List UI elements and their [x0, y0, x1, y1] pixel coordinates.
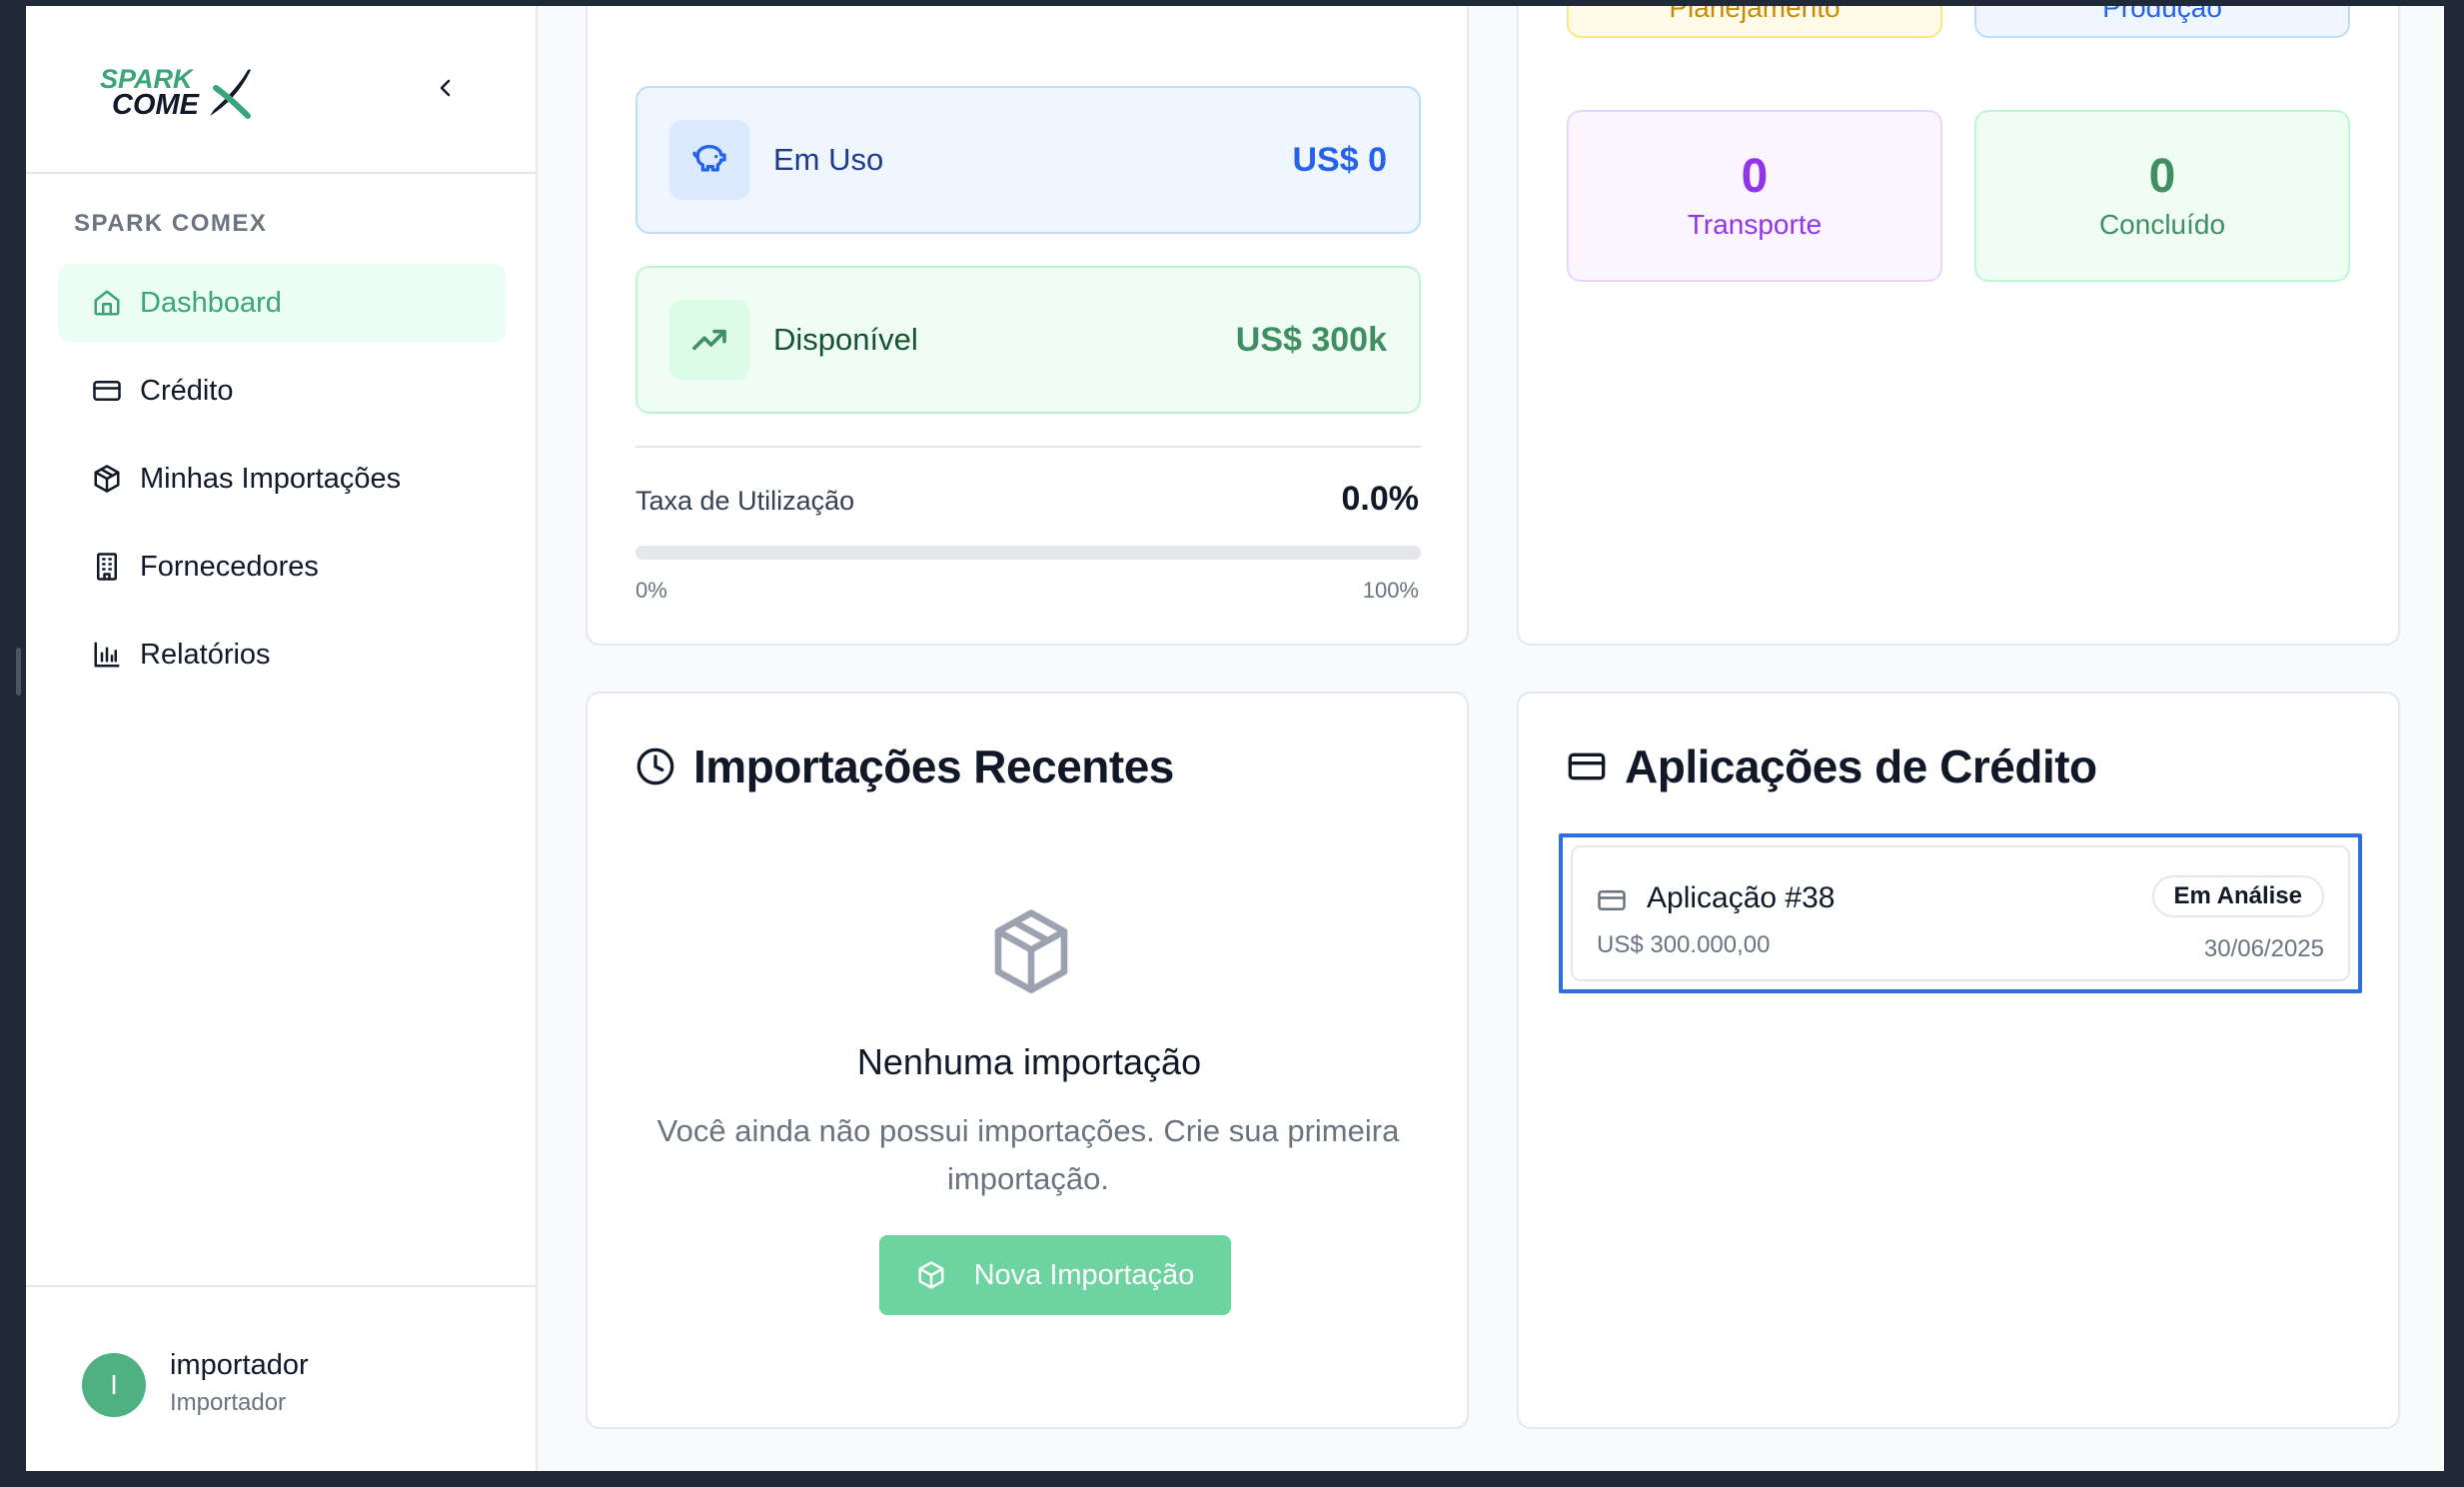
package-icon	[994, 909, 1068, 993]
stat-label: Em Uso	[773, 142, 884, 177]
sidebar-item-fornecedores[interactable]: Fornecedores	[58, 528, 506, 606]
status-label: Produção	[2102, 6, 2222, 23]
sidebar: SPARK COME SPARK COMEX Dashboard Crédito…	[26, 6, 538, 1471]
status-production[interactable]: Produção	[1974, 6, 2350, 38]
package-icon	[90, 462, 124, 496]
avatar: I	[82, 1353, 146, 1417]
progress-max-label: 100%	[1362, 578, 1419, 603]
sidebar-item-relatorios[interactable]: Relatórios	[58, 616, 506, 694]
clock-icon	[635, 745, 677, 787]
home-icon	[90, 286, 124, 320]
application-name: Aplicação #38	[1647, 881, 1836, 914]
card-title-text: Aplicações de Crédito	[1625, 741, 2097, 792]
empty-state-title: Nenhuma importação	[856, 1041, 1202, 1082]
building-icon	[90, 550, 124, 584]
focus-ring: Aplicação #38 US$ 300.000,00 Em Análise …	[1559, 833, 2362, 993]
sidebar-item-label: Minhas Importações	[140, 462, 402, 495]
credit-card-icon	[1567, 745, 1609, 787]
status-label: Planejamento	[1669, 6, 1841, 23]
sidebar-item-credito[interactable]: Crédito	[58, 352, 506, 430]
user-profile[interactable]: I importador Importador	[26, 1285, 538, 1471]
status-label: Concluído	[2098, 209, 2226, 241]
status-count: 0	[2148, 149, 2176, 203]
user-role: Importador	[170, 1389, 287, 1416]
credit-in-use-stat: Em Uso US$ 0	[635, 86, 1421, 234]
utilization-progress-bar	[635, 546, 1421, 560]
sidebar-header: SPARK COME	[26, 6, 536, 174]
sidebar-item-dashboard[interactable]: Dashboard	[58, 264, 506, 342]
card-title-text: Importações Recentes	[693, 741, 1174, 792]
progress-min-label: 0%	[635, 578, 667, 603]
utilization-value: 0.0%	[1341, 480, 1420, 518]
svg-text:COME: COME	[112, 89, 201, 121]
sidebar-item-label: Crédito	[140, 374, 234, 407]
application-date: 30/06/2025	[2203, 935, 2324, 962]
credit-available-stat: Disponível US$ 300k	[635, 266, 1421, 414]
import-status-card: Planejamento Produção 0 Transporte 0 Con…	[1517, 6, 2400, 646]
sidebar-section-label: SPARK COMEX	[74, 210, 268, 237]
credit-card-icon	[90, 374, 124, 408]
recent-imports-title: Importações Recentes	[635, 740, 1174, 793]
status-transport[interactable]: 0 Transporte	[1567, 110, 1942, 282]
package-icon	[918, 1261, 944, 1289]
stat-label: Disponível	[773, 322, 918, 357]
status-badge: Em Análise	[2151, 875, 2324, 917]
button-label: Nova Importação	[973, 1258, 1195, 1291]
chevron-left-icon	[440, 79, 451, 97]
window-resize-handle[interactable]	[16, 648, 21, 696]
bar-chart-icon	[90, 638, 124, 672]
spark-comex-logo: SPARK COME	[100, 64, 251, 121]
stat-value: US$ 0	[1292, 140, 1388, 179]
credit-summary-card: Em Uso US$ 0 Disponível US$ 300k Taxa de…	[586, 6, 1469, 646]
application-amount: US$ 300.000,00	[1597, 931, 1771, 958]
status-count: 0	[1741, 149, 1769, 203]
utilization-label: Taxa de Utilização	[635, 486, 855, 516]
credit-card-icon	[1598, 890, 1626, 910]
app-window: SPARK COME SPARK COMEX Dashboard Crédito…	[26, 6, 2444, 1471]
status-label: Transporte	[1687, 209, 1823, 241]
stat-value: US$ 300k	[1235, 320, 1387, 359]
piggy-bank-icon	[669, 120, 749, 200]
collapse-sidebar-button[interactable]	[426, 68, 466, 108]
empty-state-description: Você ainda não possui importações. Crie …	[656, 1113, 1400, 1196]
sidebar-item-label: Relatórios	[140, 638, 271, 671]
credit-application-item[interactable]: Aplicação #38 US$ 300.000,00 Em Análise …	[1571, 845, 2350, 981]
recent-imports-card: Importações Recentes Nenhuma importação …	[586, 692, 1469, 1429]
status-completed[interactable]: 0 Concluído	[1974, 110, 2350, 282]
sidebar-item-importacoes[interactable]: Minhas Importações	[58, 440, 506, 518]
credit-applications-card: Aplicações de Crédito Aplicação #38 US$ …	[1517, 692, 2400, 1429]
sidebar-item-label: Fornecedores	[140, 550, 319, 583]
divider	[635, 446, 1421, 448]
status-planning[interactable]: Planejamento	[1567, 6, 1942, 38]
user-name: importador	[170, 1349, 309, 1381]
sidebar-nav: Dashboard Crédito Minhas Importações For…	[58, 264, 506, 704]
new-import-button[interactable]: Nova Importação	[879, 1235, 1231, 1315]
credit-applications-title: Aplicações de Crédito	[1567, 740, 2097, 793]
sidebar-item-label: Dashboard	[140, 286, 282, 319]
trending-up-icon	[669, 300, 749, 380]
